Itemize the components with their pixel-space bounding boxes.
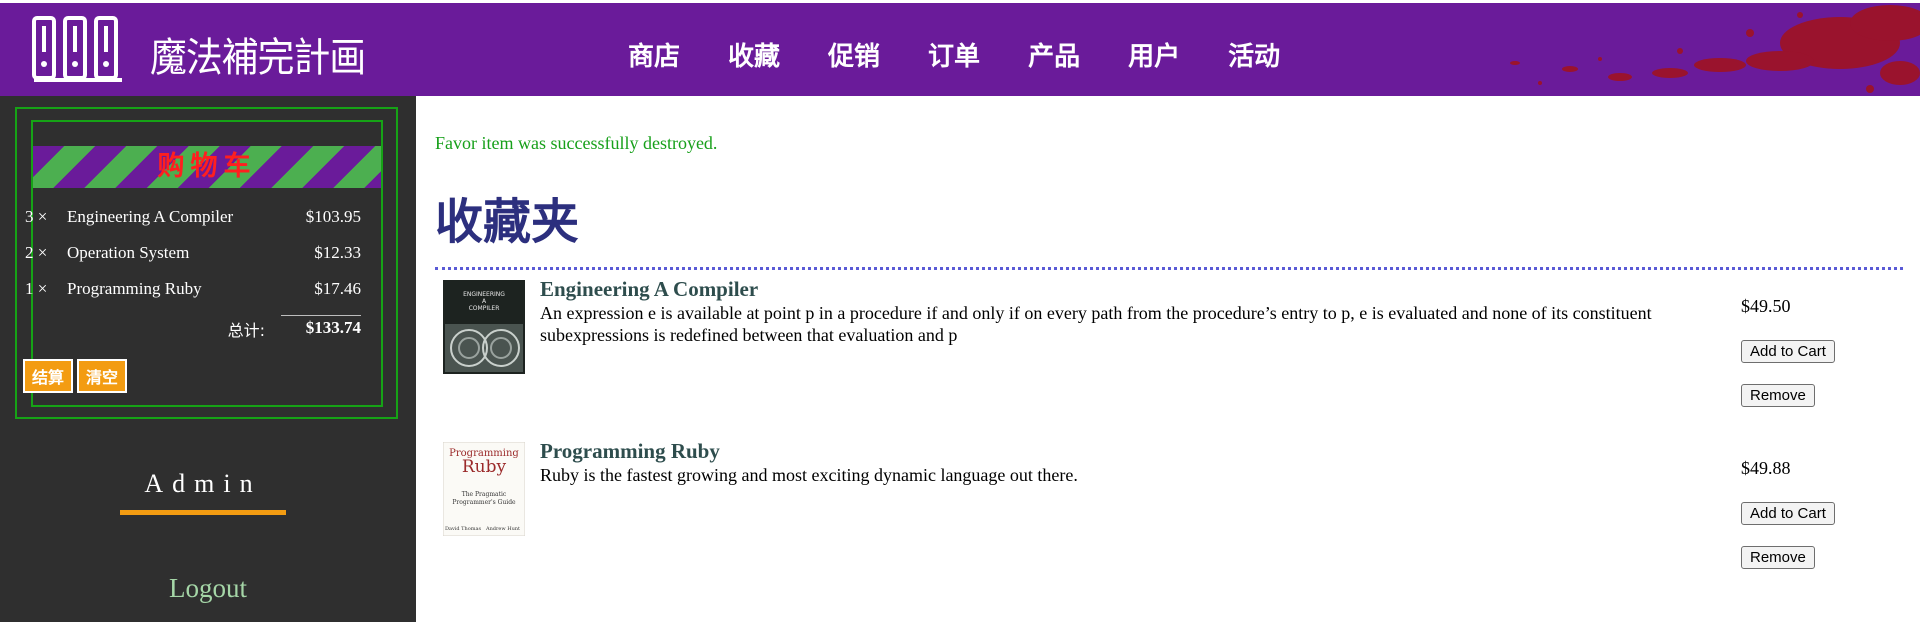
cart-actions: 结算 清空: [23, 359, 131, 393]
cover-line: Ruby: [462, 457, 507, 477]
favorite-item-description: An expression e is available at point p …: [540, 303, 1652, 345]
remove-button[interactable]: Remove: [1741, 546, 1815, 569]
title-divider: [435, 267, 1903, 270]
cover-line: Programmer's Guide: [452, 499, 516, 506]
logout-link[interactable]: Logout: [0, 573, 416, 604]
sidebar: 购物车 3 × Engineering A Compiler $103.95 2…: [0, 96, 416, 622]
cart-item-title: Operation System: [67, 243, 190, 262]
book-cover-image[interactable]: Programming Ruby The Pragmatic Programme…: [443, 442, 525, 536]
cart-panel: 购物车 3 × Engineering A Compiler $103.95 2…: [15, 107, 398, 419]
header-banner: 魔法補完計画 商店 收藏 促销 订单 产品 用户 活动: [0, 0, 1920, 96]
nav-promotions[interactable]: 促销: [828, 36, 880, 73]
cart-total-label: 总计:: [227, 321, 265, 340]
favorite-item-text: Engineering A Compiler An expression e i…: [540, 276, 1720, 346]
cover-line: David Thomas: [445, 526, 481, 532]
book-cover-image[interactable]: ENGINEERING A COMPILER: [443, 280, 525, 374]
cart-item: 1 × Programming Ruby $17.46: [25, 279, 361, 315]
favorite-item-title[interactable]: Engineering A Compiler: [540, 276, 1720, 302]
remove-button[interactable]: Remove: [1741, 384, 1815, 407]
user-name-underline: [120, 510, 286, 515]
favorite-item-price: $49.50: [1741, 296, 1791, 316]
nav-users[interactable]: 用户: [1128, 36, 1180, 73]
favorite-item-price: $49.88: [1741, 458, 1791, 478]
site-logo-text[interactable]: 魔法補完計画: [150, 25, 366, 83]
cover-line: Andrew Hunt: [485, 526, 520, 532]
favorite-item-description: Ruby is the fastest growing and most exc…: [540, 465, 1078, 485]
cart-item-title: Programming Ruby: [67, 279, 202, 298]
cart-item-qty: 1 ×: [25, 279, 48, 298]
nav-orders[interactable]: 订单: [928, 36, 980, 73]
favorite-item-text: Programming Ruby Ruby is the fastest gro…: [540, 438, 1720, 486]
cart-total-row: 总计: $133.74: [25, 315, 361, 347]
add-to-cart-button[interactable]: Add to Cart: [1741, 340, 1835, 363]
empty-cart-button[interactable]: 清空: [77, 359, 128, 393]
cover-line: COMPILER: [469, 305, 500, 312]
nav-events[interactable]: 活动: [1228, 36, 1280, 73]
cart-items: 3 × Engineering A Compiler $103.95 2 × O…: [25, 207, 361, 315]
cart-item-price: $12.33: [314, 243, 361, 262]
cover-line: The Pragmatic: [462, 491, 507, 498]
user-name: Admin: [144, 469, 262, 498]
checkout-button[interactable]: 结算: [23, 359, 74, 393]
cart-item-qty: 3 ×: [25, 207, 48, 226]
flash-notice: Favor item was successfully destroyed.: [435, 133, 718, 153]
blood-splatter-decoration: [1510, 5, 1920, 93]
books-logo-icon[interactable]: [32, 16, 124, 82]
nav-store[interactable]: 商店: [628, 36, 680, 73]
favorite-item-title[interactable]: Programming Ruby: [540, 438, 1720, 464]
cart-item-price: $103.95: [305, 207, 361, 226]
cart-header: 购物车: [33, 146, 381, 188]
cart-item: 2 × Operation System $12.33: [25, 243, 361, 279]
cart-item-price: $17.46: [314, 279, 361, 298]
cart-total-amount: $133.74: [281, 315, 361, 338]
cart-item: 3 × Engineering A Compiler $103.95: [25, 207, 361, 243]
cart-item-title: Engineering A Compiler: [67, 207, 234, 226]
nav-products[interactable]: 产品: [1028, 36, 1080, 73]
main-nav: 商店 收藏 促销 订单 产品 用户 活动: [628, 36, 1328, 73]
page-title: 收藏夹: [435, 194, 580, 250]
cover-line: ENGINEERING: [463, 291, 505, 298]
add-to-cart-button[interactable]: Add to Cart: [1741, 502, 1835, 525]
cart-item-qty: 2 ×: [25, 243, 48, 262]
cart-title: 购物车: [157, 151, 257, 182]
nav-favorites[interactable]: 收藏: [728, 36, 780, 73]
